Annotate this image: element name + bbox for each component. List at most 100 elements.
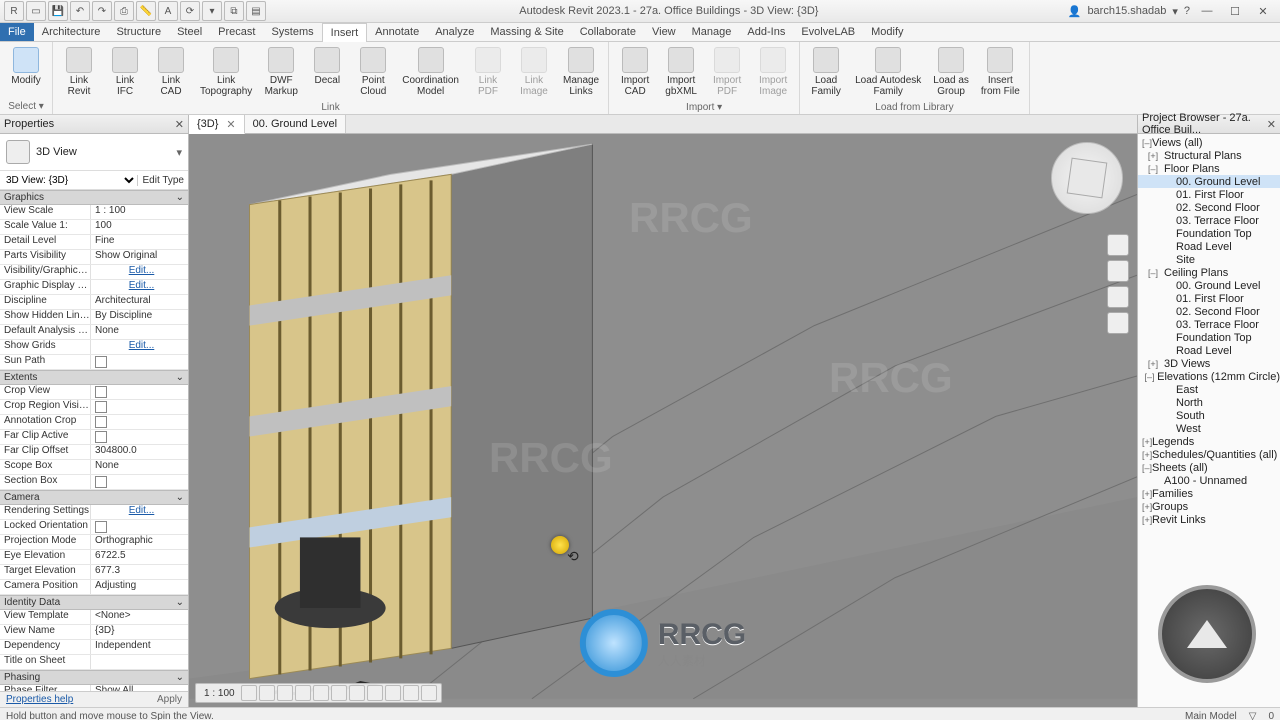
shadows-icon[interactable] [295,685,311,701]
status-selector[interactable]: Main Model [1185,711,1237,720]
prop-value[interactable]: Adjusting [91,580,188,594]
tree-node[interactable]: South [1138,409,1280,422]
prop-checkbox[interactable] [91,385,188,399]
tree-expander-icon[interactable]: [+] [1142,359,1164,369]
prop-group-phasing[interactable]: Phasing⌄ [0,670,188,685]
tree-expander-icon[interactable]: [+] [1142,489,1152,499]
prop-value[interactable]: 100 [91,220,188,234]
help-dropdown-icon[interactable]: ▾ [1172,5,1178,18]
tree-node[interactable]: 02. Second Floor [1138,305,1280,318]
qat-switch-window-icon[interactable]: ⧉ [224,1,244,21]
type-dropdown-icon[interactable]: ▾ [176,146,182,159]
tree-expander-icon[interactable]: [+] [1142,151,1164,161]
ribbon-link-revit-button[interactable]: Link Revit [57,44,101,100]
prop-edit-button[interactable]: Edit... [91,280,188,294]
menu-tab-steel[interactable]: Steel [169,23,210,41]
tree-expander-icon[interactable]: [–] [1142,164,1164,174]
3d-viewport[interactable]: ⟲ RRCG RRCG RRCG RRCG 人人素材 1 : 100 [189,134,1137,707]
ribbon-panel-label[interactable]: Select ▾ [0,101,52,114]
view-tab--3d-[interactable]: {3D}✕ [189,115,245,134]
menu-tab-collaborate[interactable]: Collaborate [572,23,644,41]
sun-path-icon[interactable] [277,685,293,701]
tree-node[interactable]: [+]Revit Links [1138,513,1280,526]
tree-expander-icon[interactable]: [–] [1142,372,1157,382]
tree-node[interactable]: Foundation Top [1138,227,1280,240]
prop-value[interactable]: None [91,325,188,339]
prop-group-camera[interactable]: Camera⌄ [0,490,188,505]
browser-header[interactable]: Project Browser - 27a. Office Buil... ✕ [1138,115,1280,134]
close-button[interactable]: ✕ [1252,2,1274,20]
tree-node[interactable]: A100 - Unnamed [1138,474,1280,487]
tree-node[interactable]: [–]Floor Plans [1138,162,1280,175]
apply-button[interactable]: Apply [157,694,182,705]
menu-tab-analyze[interactable]: Analyze [427,23,482,41]
maximize-button[interactable]: ☐ [1224,2,1246,20]
view-tab-close-icon[interactable]: ✕ [226,118,235,131]
properties-help-link[interactable]: Properties help [6,694,73,705]
menu-tab-evolvelab[interactable]: EvolveLAB [793,23,863,41]
ribbon-import-cad-button[interactable]: Import CAD [613,44,657,100]
view-cube[interactable] [1051,142,1123,214]
menu-tab-structure[interactable]: Structure [108,23,169,41]
prop-value[interactable]: Show Original [91,250,188,264]
help-icon[interactable]: ? [1184,5,1190,17]
tree-node[interactable]: [+]3D Views [1138,357,1280,370]
tree-node[interactable]: [+]Schedules/Quantities (all) [1138,448,1280,461]
tree-node[interactable]: 00. Ground Level [1138,279,1280,292]
browser-close-icon[interactable]: ✕ [1267,118,1276,131]
ribbon-link-cad-button[interactable]: Link CAD [149,44,193,100]
menu-tab-manage[interactable]: Manage [684,23,740,41]
prop-checkbox[interactable] [91,475,188,489]
ribbon-link-topography-button[interactable]: Link Topography [195,44,257,100]
prop-value[interactable]: 1 : 100 [91,205,188,219]
tree-node[interactable]: 02. Second Floor [1138,201,1280,214]
tree-node[interactable]: 01. First Floor [1138,188,1280,201]
tree-node[interactable]: West [1138,422,1280,435]
ribbon-decal-button[interactable]: Decal [305,44,349,89]
tree-node[interactable]: [+]Legends [1138,435,1280,448]
prop-edit-button[interactable]: Edit... [91,340,188,354]
prop-edit-button[interactable]: Edit... [91,505,188,519]
prop-checkbox[interactable] [91,415,188,429]
tree-node[interactable]: Site [1138,253,1280,266]
ribbon-panel-label[interactable]: Import ▾ [609,102,799,115]
worksharing-icon[interactable] [421,685,437,701]
crop-icon[interactable] [331,685,347,701]
tree-expander-icon[interactable]: [–] [1142,463,1152,473]
visual-style-icon[interactable] [259,685,275,701]
tree-expander-icon[interactable]: [+] [1142,502,1152,512]
prop-value[interactable]: None [91,460,188,474]
qat-sync-icon[interactable]: ⟳ [180,1,200,21]
prop-value[interactable]: Fine [91,235,188,249]
prop-value[interactable]: Orthographic [91,535,188,549]
tree-expander-icon[interactable]: [+] [1142,437,1152,447]
ribbon-coordination-model-button[interactable]: Coordination Model [397,44,464,100]
status-filter-icon[interactable]: ▽ [1249,711,1257,720]
menu-tab-precast[interactable]: Precast [210,23,263,41]
menu-tab-annotate[interactable]: Annotate [367,23,427,41]
tree-node[interactable]: Road Level [1138,344,1280,357]
properties-header[interactable]: Properties ✕ [0,115,188,134]
tree-expander-icon[interactable]: [+] [1142,515,1152,525]
qat-print-icon[interactable]: ⎙ [114,1,134,21]
ribbon-import-gbxml-button[interactable]: Import gbXML [659,44,703,100]
qat-text-icon[interactable]: A [158,1,178,21]
menu-tab-file[interactable]: File [0,23,34,41]
qat-app-icon[interactable]: R [4,1,24,21]
menu-tab-add-ins[interactable]: Add-Ins [739,23,793,41]
prop-value[interactable]: Independent [91,640,188,654]
tree-node[interactable]: 03. Terrace Floor [1138,318,1280,331]
properties-close-icon[interactable]: ✕ [175,118,184,131]
tree-node[interactable]: [+]Structural Plans [1138,149,1280,162]
rendering-icon[interactable] [313,685,329,701]
tree-expander-icon[interactable]: [–] [1142,268,1164,278]
reveal-icon[interactable] [403,685,419,701]
detail-level-icon[interactable] [241,685,257,701]
prop-edit-button[interactable]: Edit... [91,265,188,279]
tree-node[interactable]: 00. Ground Level [1138,175,1280,188]
nav-pan-icon[interactable] [1107,260,1129,282]
ribbon-panel-label[interactable]: Load from Library [800,102,1029,115]
tree-node[interactable]: [–]Elevations (12mm Circle) [1138,370,1280,383]
tree-expander-icon[interactable]: [–] [1142,138,1152,148]
ribbon-link-ifc-button[interactable]: Link IFC [103,44,147,100]
